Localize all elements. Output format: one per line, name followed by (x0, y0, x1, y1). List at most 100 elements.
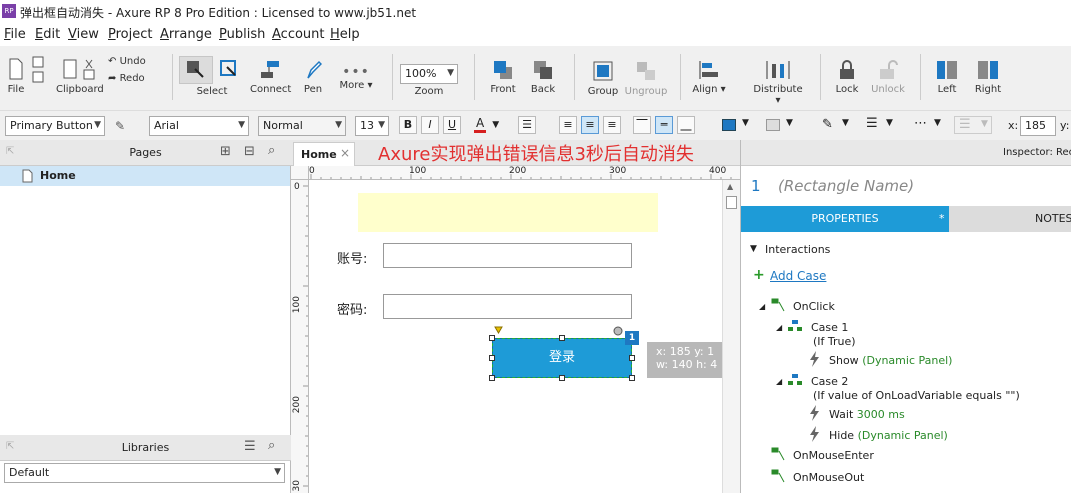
scrollbar-thumb[interactable] (726, 196, 737, 209)
y-label: y: (1060, 119, 1070, 132)
unlock-button[interactable]: Unlock (870, 60, 906, 95)
tab-home[interactable]: Home × (293, 142, 355, 166)
fill-color-button[interactable]: ▼ (718, 116, 754, 134)
tab-properties[interactable]: PROPERTIES * (741, 206, 949, 232)
align-text-left-button[interactable]: ≡ (559, 116, 577, 134)
resize-handle[interactable] (559, 375, 565, 381)
menu-arrange[interactable]: Arrange (160, 27, 212, 42)
file-button[interactable]: File (4, 58, 28, 95)
back-button[interactable]: Back (526, 60, 560, 95)
vertical-scrollbar[interactable]: ▲ (722, 180, 740, 493)
select-icon[interactable] (186, 60, 204, 78)
pen-button[interactable]: Pen (298, 60, 328, 95)
position-tooltip: x: 185 y: 1 w: 140 h: 4 (647, 342, 722, 378)
page-item-home[interactable]: Home (0, 166, 290, 186)
distribute-button[interactable]: Distribute ▾ (750, 60, 806, 106)
scroll-up-icon[interactable]: ▲ (727, 182, 733, 191)
case-1[interactable]: Case 1 (811, 321, 848, 334)
resize-handle[interactable] (489, 335, 495, 341)
align-top-button[interactable]: ⎺ (633, 116, 651, 134)
align-text-right-button[interactable]: ≡ (603, 116, 621, 134)
connect-button[interactable]: Connect (250, 60, 291, 95)
save-icon[interactable] (32, 56, 44, 86)
add-folder-icon[interactable]: ⊟ (244, 144, 255, 159)
undo-button[interactable]: ↶ Undo (108, 56, 146, 67)
font-weight-select[interactable]: Normal ▼ (258, 116, 346, 136)
x-position-input[interactable]: 185 (1020, 116, 1056, 136)
redo-button[interactable]: ➦ Redo (108, 73, 145, 84)
rotate-handle[interactable] (613, 326, 623, 336)
action-wait[interactable]: Wait 3000 ms (829, 408, 905, 421)
select-contained-icon[interactable] (220, 60, 238, 78)
chevron-down-icon: ▼ (447, 68, 454, 78)
main-toolbar: File Clipboard ↶ Undo ➦ Redo Select Conn… (0, 46, 1071, 110)
menu-account[interactable]: Account (272, 27, 325, 42)
tab-notes[interactable]: NOTES (949, 206, 1071, 232)
password-input[interactable] (383, 294, 632, 319)
collapse-triangle-icon[interactable]: ◢ (776, 323, 782, 332)
ruler-tick-label: 200 (509, 166, 527, 176)
account-input[interactable] (383, 243, 632, 268)
add-case-link[interactable]: Add Case (770, 269, 826, 283)
widget-name-input[interactable]: (Rectangle Name) (778, 177, 914, 195)
add-page-icon[interactable]: ⊞ (220, 144, 231, 159)
arrow-style-button[interactable]: ☰ ▼ (954, 116, 992, 134)
shadow-button[interactable]: ▼ (762, 116, 798, 134)
library-select[interactable]: Default ▼ (4, 463, 285, 483)
menu-edit[interactable]: Edit (35, 27, 60, 42)
menu-view[interactable]: View (68, 27, 99, 42)
action-show[interactable]: Show (Dynamic Panel) (829, 354, 952, 367)
align-text-center-button[interactable]: ≡ (581, 116, 599, 134)
line-pattern-button[interactable]: ⋯ ▼ (910, 116, 946, 134)
font-size-select[interactable]: 13 ▼ (355, 116, 389, 136)
more-icon: ••• (342, 64, 370, 80)
corner-radius-handle[interactable] (494, 326, 503, 334)
font-family-select[interactable]: Arial ▼ (149, 116, 249, 136)
bullet-list-button[interactable]: ☰ (518, 116, 536, 134)
collapse-triangle-icon[interactable]: ◢ (759, 302, 765, 311)
collapse-triangle-icon[interactable]: ◢ (776, 377, 782, 386)
case-2[interactable]: Case 2 (811, 375, 848, 388)
menu-file[interactable]: File (4, 27, 26, 42)
search-icon[interactable]: ⌕ (268, 143, 275, 158)
menu-icon[interactable]: ☰ (244, 439, 256, 454)
italic-button[interactable]: I (421, 116, 439, 134)
add-icon[interactable]: + (753, 267, 765, 283)
resize-handle[interactable] (629, 375, 635, 381)
front-button[interactable]: Front (486, 60, 520, 95)
close-icon[interactable]: × (340, 146, 350, 160)
right-button[interactable]: Right (972, 60, 1004, 95)
style-editor-icon[interactable]: ✎ (115, 119, 125, 133)
zoom-select[interactable]: 100% ▼ (400, 64, 458, 84)
line-color-button[interactable]: ✎ ▼ (818, 116, 854, 134)
event-onmouseenter[interactable]: OnMouseEnter (793, 449, 874, 462)
lock-button[interactable]: Lock (832, 60, 862, 95)
select-label[interactable]: Select (182, 86, 242, 97)
ungroup-button[interactable]: Ungroup (624, 60, 668, 97)
align-bottom-button[interactable]: ⎽ (677, 116, 695, 134)
action-hide[interactable]: Hide (Dynamic Panel) (829, 429, 948, 442)
line-width-button[interactable]: ☰ ▼ (862, 116, 898, 134)
font-color-button[interactable]: A ▼ (474, 116, 510, 134)
search-icon[interactable]: ⌕ (268, 438, 275, 453)
resize-handle[interactable] (629, 355, 635, 361)
resize-handle[interactable] (559, 335, 565, 341)
widget-style-select[interactable]: Primary Button ▼ (5, 116, 105, 136)
align-middle-button[interactable]: ═ (655, 116, 673, 134)
chevron-down-icon[interactable]: ▼ (750, 244, 757, 254)
resize-handle[interactable] (489, 375, 495, 381)
underline-button[interactable]: U (443, 116, 461, 134)
menu-publish[interactable]: Publish (219, 27, 265, 42)
more-button[interactable]: ••• More ▾ (336, 64, 376, 91)
left-button[interactable]: Left (932, 60, 962, 95)
menu-help[interactable]: Help (330, 27, 360, 42)
event-onclick[interactable]: OnClick (793, 300, 835, 313)
menu-project[interactable]: Project (108, 27, 153, 42)
align-button[interactable]: Align ▾ (690, 60, 728, 95)
group-button[interactable]: Group (584, 60, 622, 97)
bold-button[interactable]: B (399, 116, 417, 134)
error-message-panel[interactable] (358, 193, 658, 232)
event-onmouseout[interactable]: OnMouseOut (793, 471, 864, 484)
clipboard-button[interactable]: Clipboard (56, 58, 104, 95)
resize-handle[interactable] (489, 355, 495, 361)
